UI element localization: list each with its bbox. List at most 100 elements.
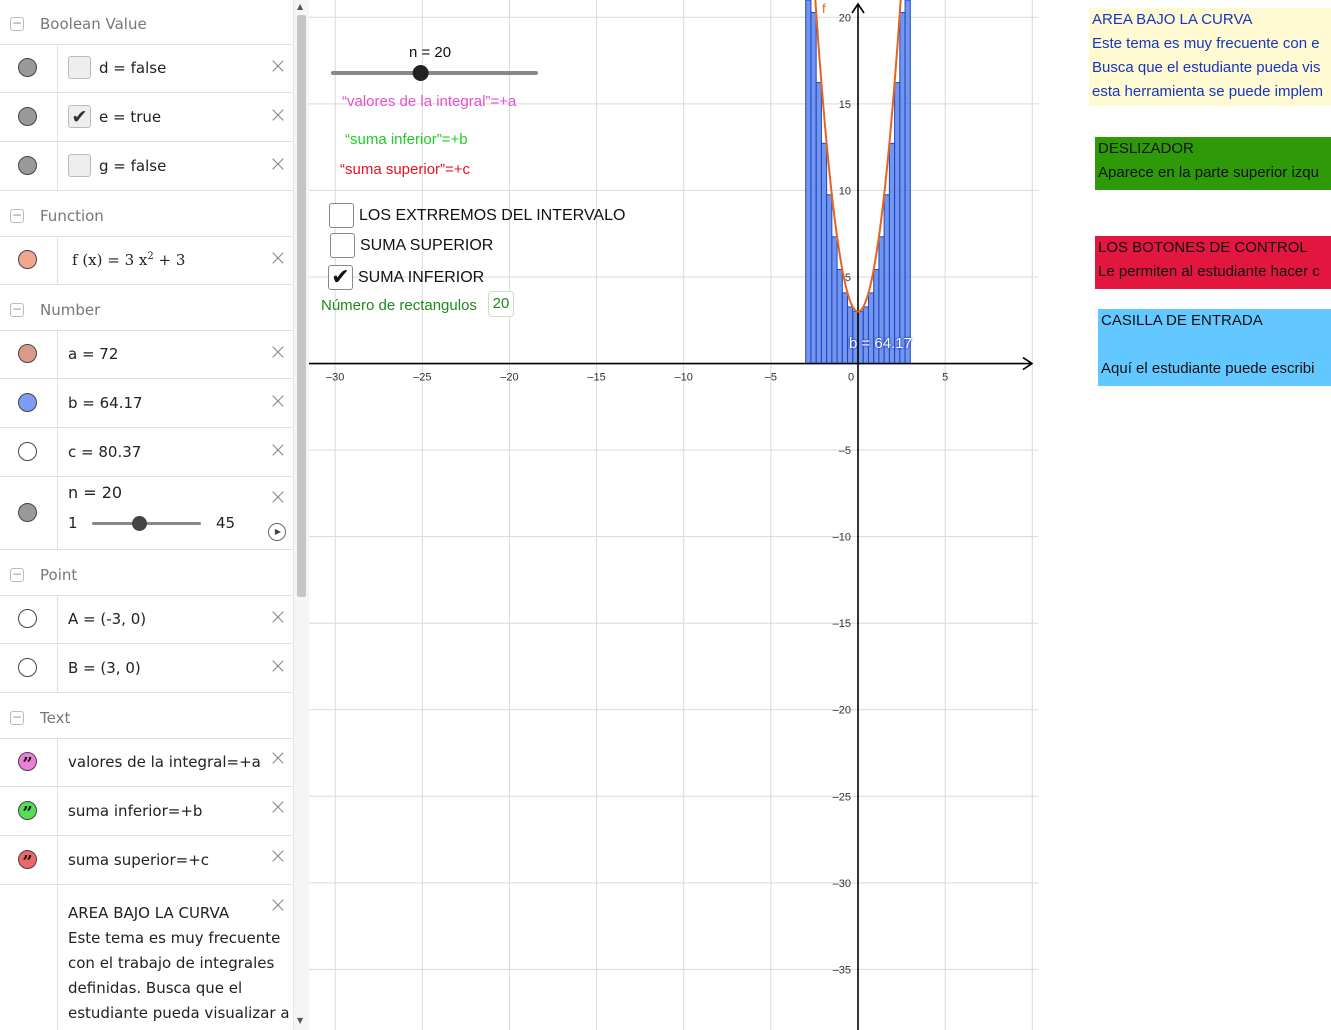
visibility-marble[interactable] — [18, 250, 37, 269]
algebra-row-text1[interactable]: ” valores de la integral=+a × — [0, 738, 293, 787]
algebra-row-d[interactable]: d = false × — [0, 44, 293, 93]
delete-icon[interactable]: × — [267, 607, 289, 629]
algebra-row-a[interactable]: a = 72 × — [0, 330, 293, 379]
collapse-icon[interactable]: − — [10, 17, 24, 31]
algebra-row-text3[interactable]: ” suma superior=+c × — [0, 836, 293, 885]
algebra-item-text[interactable]: g = false — [99, 157, 166, 175]
play-icon[interactable]: ▶ — [268, 523, 286, 541]
delete-icon[interactable]: × — [267, 56, 289, 78]
checkbox-e[interactable]: ✔ — [68, 105, 91, 128]
algebra-row-n-slider[interactable]: n = 20 1 45 × ▶ — [0, 477, 293, 550]
delete-icon[interactable]: × — [267, 656, 289, 678]
category-text[interactable]: − Text — [0, 698, 293, 739]
delete-icon[interactable]: × — [267, 248, 289, 270]
checkbox-g[interactable] — [68, 154, 91, 177]
visibility-marble[interactable] — [18, 609, 37, 628]
algebra-row-f[interactable]: f (x) = 3 x2 + 3 × — [0, 236, 293, 285]
long-text-block[interactable]: AREA BAJO LA CURVA Este tema es muy frec… — [68, 901, 290, 1026]
category-label: Boolean Value — [40, 15, 147, 33]
algebra-item-text[interactable]: A = (-3, 0) — [68, 610, 146, 628]
algebra-item-text[interactable]: e = true — [99, 108, 161, 126]
visibility-marble[interactable] — [18, 58, 37, 77]
collapse-icon[interactable]: − — [10, 711, 24, 725]
delete-icon[interactable]: × — [267, 440, 289, 462]
algebra-row-b[interactable]: b = 64.17 × — [0, 379, 293, 428]
checkbox-interval-endpoints[interactable] — [329, 203, 354, 228]
visibility-marble[interactable] — [18, 156, 37, 175]
marble-cell — [0, 44, 58, 92]
algebra-item-text[interactable]: valores de la integral=+a — [68, 753, 261, 771]
rectangles-input[interactable]: 20 — [488, 291, 514, 317]
algebra-row-e[interactable]: ✔ e = true × — [0, 93, 293, 142]
delete-icon[interactable]: × — [267, 846, 289, 868]
lower-sum-rectangle — [810, 11, 817, 365]
delete-icon[interactable]: × — [267, 487, 289, 509]
delete-icon[interactable]: × — [267, 748, 289, 770]
x-tick-label: 5 — [942, 372, 948, 384]
lower-sum-rectangle — [831, 236, 838, 365]
delete-icon[interactable]: × — [267, 105, 289, 127]
checkbox-d[interactable] — [68, 56, 91, 79]
delete-icon[interactable]: × — [267, 391, 289, 413]
algebra-row-g[interactable]: g = false × — [0, 142, 293, 191]
lower-sum-rectangle — [867, 292, 875, 365]
scroll-up-icon[interactable]: ▲ — [297, 2, 303, 11]
x-tick-label: 0 — [848, 372, 854, 384]
collapse-icon[interactable]: − — [10, 303, 24, 317]
algebra-scrollbar[interactable]: ▲ ▼ — [293, 0, 309, 1030]
checkbox-lower-sum[interactable]: ✔ — [328, 265, 353, 290]
graphics-view[interactable]: –30 –25 –20 –15 –10 –5 0 5 20 15 10 5 –5 –10 –15 –20 –25… — [309, 0, 1042, 1030]
algebra-row-long-text[interactable]: AREA BAJO LA CURVA Este tema es muy frec… — [0, 885, 293, 1030]
category-function[interactable]: − Function — [0, 196, 293, 237]
y-tick-label: –30 — [833, 878, 851, 890]
slider-min: 1 — [68, 514, 78, 532]
text-quote-icon[interactable]: ” — [18, 752, 37, 775]
delete-icon[interactable]: × — [267, 154, 289, 176]
collapse-icon[interactable]: − — [10, 568, 24, 582]
visibility-marble[interactable] — [18, 658, 37, 677]
graphics-canvas[interactable]: –30 –25 –20 –15 –10 –5 0 5 20 15 10 5 –5 –10 –15 –20 –25… — [309, 0, 1041, 1030]
delete-icon[interactable]: × — [267, 342, 289, 364]
algebra-row-B[interactable]: B = (3, 0) × — [0, 644, 293, 693]
lower-sum-rectangle — [899, 11, 906, 365]
function-definition[interactable]: f (x) = 3 x2 + 3 — [72, 251, 185, 269]
algebra-row-c[interactable]: c = 80.37 × — [0, 428, 293, 477]
marble-cell — [0, 330, 58, 378]
collapse-icon[interactable]: − — [10, 209, 24, 223]
algebra-item-text[interactable]: a = 72 — [68, 345, 118, 363]
visibility-marble[interactable] — [18, 503, 37, 522]
long-text-line: estudiante pueda visualizar a — [68, 1004, 290, 1022]
slider-label: n = 20 — [68, 483, 123, 502]
algebra-row-A[interactable]: A = (-3, 0) × — [0, 595, 293, 644]
delete-icon[interactable]: × — [267, 797, 289, 819]
lower-sum-text: “suma inferior”=+b — [345, 131, 468, 148]
algebra-item-text[interactable]: suma superior=+c — [68, 851, 209, 869]
delete-icon[interactable]: × — [267, 895, 289, 917]
algebra-view: − Boolean Value d = false × ✔ e = true ×… — [0, 0, 294, 1030]
text-quote-icon[interactable]: ” — [18, 801, 37, 824]
algebra-item-text[interactable]: d = false — [99, 59, 166, 77]
category-number[interactable]: − Number — [0, 290, 293, 331]
slider-knob[interactable] — [131, 516, 147, 531]
scroll-down-icon[interactable]: ▼ — [297, 1016, 303, 1025]
visibility-marble[interactable] — [18, 344, 37, 363]
marble-cell: ” — [0, 787, 58, 835]
algebra-item-text[interactable]: c = 80.37 — [68, 443, 141, 461]
visibility-marble[interactable] — [18, 393, 37, 412]
slider-knob[interactable] — [412, 65, 429, 81]
checkbox-upper-sum[interactable] — [330, 233, 355, 258]
algebra-item-text[interactable]: b = 64.17 — [68, 394, 143, 412]
algebra-row-text2[interactable]: ” suma inferior=+b × — [0, 787, 293, 836]
algebra-item-text[interactable]: B = (3, 0) — [68, 659, 141, 677]
visibility-marble[interactable] — [18, 442, 37, 461]
info-title: LOS BOTONES DE CONTROL — [1098, 239, 1308, 256]
y-tick-label: 20 — [839, 12, 851, 24]
text-quote-icon[interactable]: ” — [18, 850, 37, 873]
algebra-item-text[interactable]: suma inferior=+b — [68, 802, 202, 820]
visibility-marble[interactable] — [18, 107, 37, 126]
info-line: esta herramienta se puede implem — [1092, 83, 1323, 100]
long-text-line: Este tema es muy frecuente — [68, 929, 281, 947]
category-boolean[interactable]: − Boolean Value — [0, 4, 293, 45]
scrollbar-thumb[interactable] — [297, 15, 306, 597]
category-point[interactable]: − Point — [0, 555, 293, 596]
